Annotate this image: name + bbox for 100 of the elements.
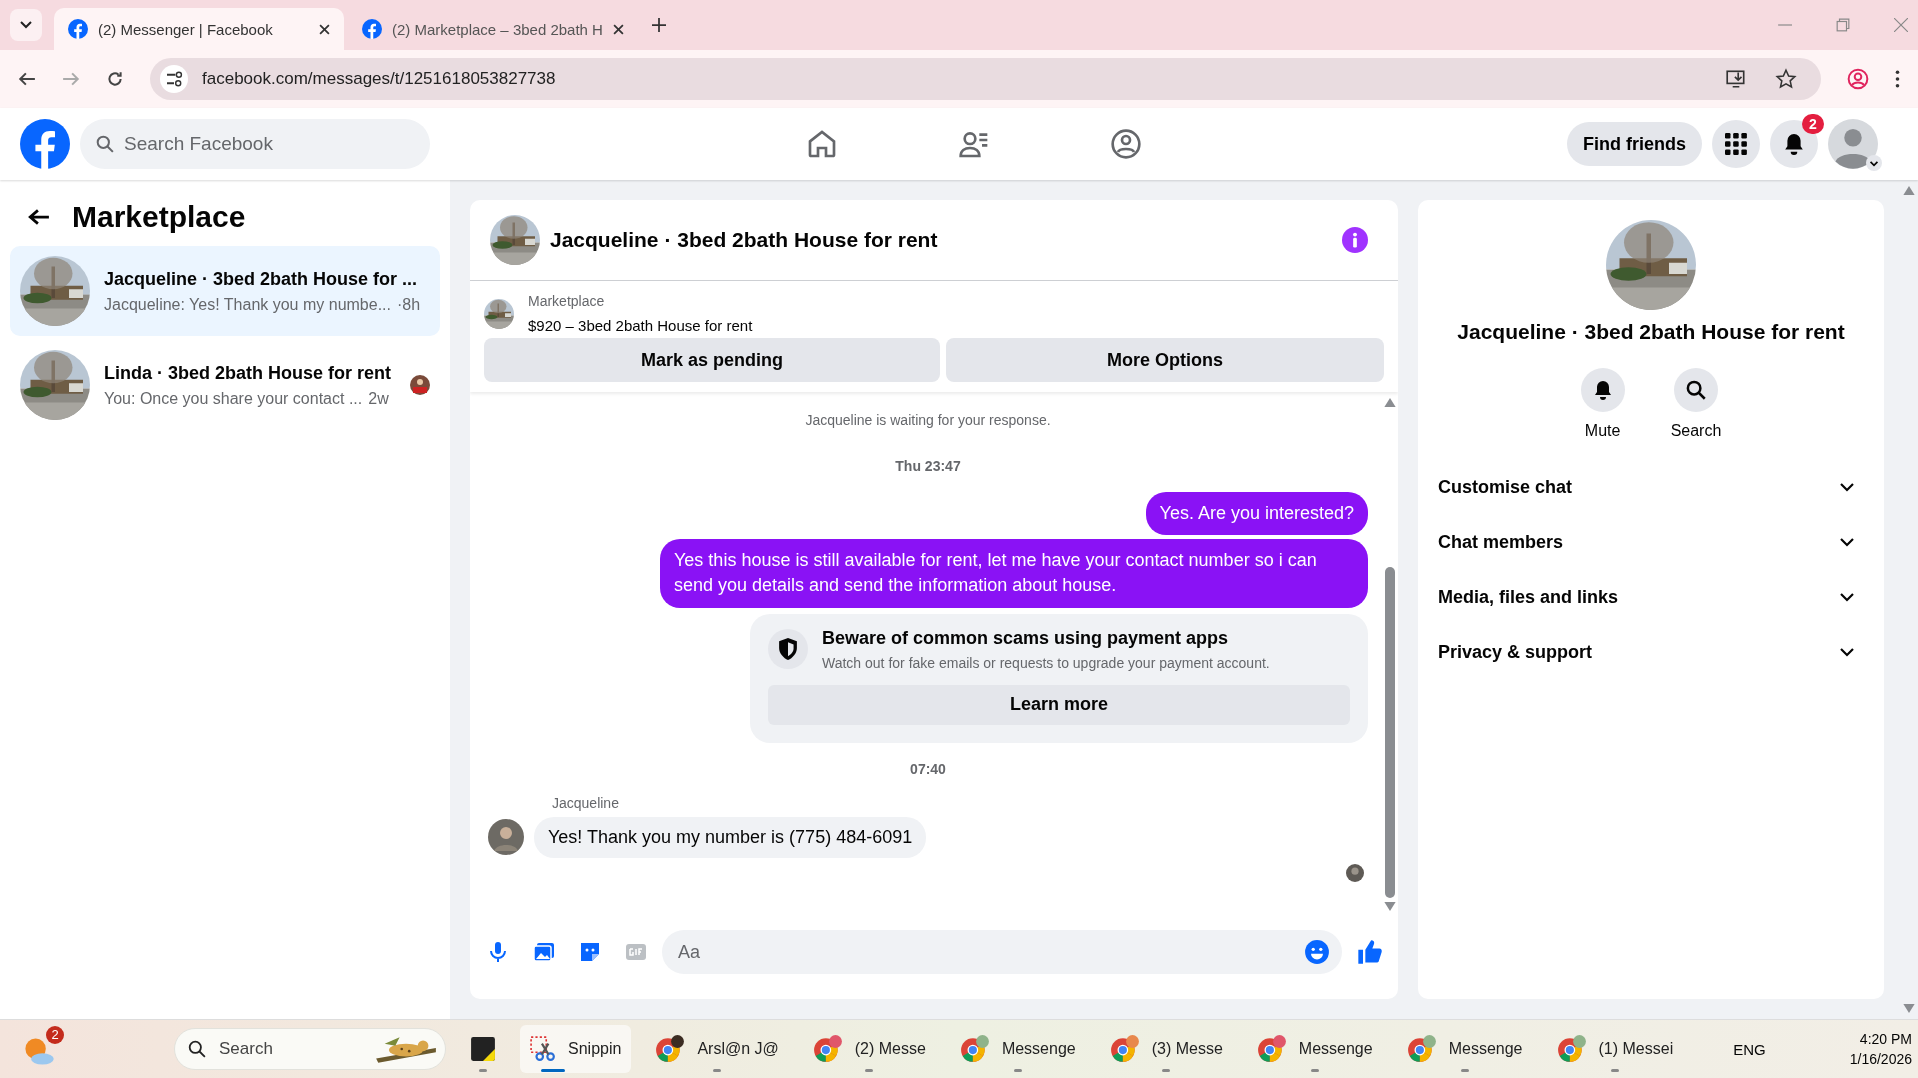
search-icon bbox=[96, 135, 114, 153]
search-field[interactable]: Search Facebook bbox=[80, 119, 430, 169]
facebook-logo-icon bbox=[68, 19, 88, 39]
back-arrow-icon[interactable] bbox=[28, 208, 50, 226]
search-icon bbox=[1686, 380, 1706, 400]
section-header[interactable]: Customise chat bbox=[1438, 460, 1864, 515]
notification-badge: 2 bbox=[46, 1026, 64, 1044]
section-header[interactable]: Privacy & support bbox=[1438, 625, 1864, 680]
thumbs-up-icon[interactable] bbox=[1356, 938, 1384, 966]
image-icon[interactable] bbox=[532, 940, 556, 964]
conversation-title: Jacqueline · 3bed 2bath House for ... bbox=[104, 268, 419, 290]
tab-title: (2) Messenger | Facebook bbox=[98, 20, 274, 38]
warning-text: Watch out for fake emails or requests to upgrade your payment account. bbox=[822, 654, 1270, 671]
clock-date: 1/16/2026 bbox=[1849, 1051, 1912, 1067]
shield-icon bbox=[768, 629, 808, 670]
chevron-down-icon bbox=[1840, 538, 1854, 547]
restore-icon[interactable] bbox=[1836, 18, 1850, 32]
conversation-item[interactable]: Jacqueline · 3bed 2bath House for ... Jacqueline: Yes! Thank you my numbe... ·8h bbox=[10, 246, 440, 336]
bell-icon bbox=[1783, 133, 1805, 155]
profile-icon[interactable] bbox=[1847, 68, 1869, 90]
tab-title: (2) Marketplace – 3bed 2bath H bbox=[392, 20, 603, 38]
scroll-down-icon[interactable] bbox=[1903, 1004, 1915, 1013]
taskbar-app[interactable]: (2) Messe bbox=[802, 1025, 936, 1073]
conversation-name: Jacqueline · 3bed 2bath House for rent bbox=[1457, 320, 1845, 344]
avatar-icon bbox=[1828, 119, 1878, 169]
taskbar-app[interactable]: Messenge bbox=[1396, 1025, 1533, 1073]
sidebar-title: Marketplace bbox=[72, 200, 246, 234]
new-tab-icon[interactable] bbox=[652, 18, 666, 32]
browser-tab[interactable]: (2) Marketplace – 3bed 2bath H bbox=[348, 8, 638, 50]
scroll-up-icon[interactable] bbox=[1384, 398, 1396, 407]
message-preview: You: Once you share your contact ... bbox=[104, 389, 363, 408]
star-icon[interactable] bbox=[1775, 68, 1797, 90]
action-label: Search bbox=[1670, 422, 1722, 440]
address-bar[interactable]: facebook.com/messages/t/1251618053827738 bbox=[150, 58, 1821, 100]
taskbar-app[interactable]: Snippin bbox=[520, 1025, 632, 1073]
caret-icon bbox=[20, 21, 32, 29]
back-icon[interactable] bbox=[18, 70, 36, 88]
notification-badge: 2 bbox=[1802, 114, 1824, 134]
timestamp: Thu 23:47 bbox=[895, 458, 961, 474]
sent-message: Yes this house is still available for rent, let me have your contact number so i can send you details and send the information about house. bbox=[660, 539, 1368, 608]
install-app-icon[interactable] bbox=[1725, 68, 1747, 90]
message-time: ·8h bbox=[397, 295, 421, 314]
notifications-button[interactable] bbox=[1770, 120, 1818, 168]
action-button[interactable]: Mark as pending bbox=[484, 338, 940, 382]
learn-more-button[interactable]: Learn more bbox=[768, 684, 1350, 725]
menu-icon[interactable] bbox=[1895, 70, 1900, 88]
find-friends-button[interactable]: Find friends bbox=[1567, 122, 1702, 166]
facebook-logo-icon bbox=[362, 19, 382, 39]
tab-list-button[interactable] bbox=[10, 9, 42, 41]
sender-avatar bbox=[488, 819, 524, 856]
groups-icon[interactable] bbox=[1110, 128, 1142, 160]
chevron-down-icon bbox=[1840, 648, 1854, 657]
warning-title: Beware of common scams using payment apps bbox=[822, 627, 1230, 649]
caret-icon bbox=[1866, 155, 1882, 171]
taskbar-app[interactable]: Messenge bbox=[1246, 1025, 1383, 1073]
taskbar-app[interactable]: (1) Messei bbox=[1546, 1025, 1684, 1073]
clock-time: 4:20 PM bbox=[1859, 1031, 1912, 1047]
search-icon bbox=[188, 1040, 206, 1058]
action-button[interactable] bbox=[1674, 368, 1718, 412]
action-label: Mute bbox=[1584, 422, 1621, 440]
message-preview: Jacqueline: Yes! Thank you my numbe... bbox=[104, 295, 391, 314]
listing-label: Marketplace bbox=[528, 293, 606, 309]
close-icon[interactable] bbox=[319, 23, 330, 35]
section-header[interactable]: Media, files and links bbox=[1438, 570, 1864, 625]
chevron-down-icon bbox=[1840, 483, 1854, 492]
search-field[interactable]: Search bbox=[174, 1028, 446, 1070]
language-indicator[interactable]: ENG bbox=[1733, 1040, 1766, 1058]
message-field[interactable]: Aa bbox=[662, 930, 1342, 974]
action-button[interactable]: More Options bbox=[945, 338, 1384, 382]
section-header[interactable]: Chat members bbox=[1438, 515, 1864, 570]
taskbar-app[interactable]: (3) Messe bbox=[1099, 1025, 1233, 1073]
sticky-note-icon bbox=[470, 1036, 496, 1062]
taskbar-app[interactable]: Messenge bbox=[949, 1025, 1086, 1073]
timestamp: 07:40 bbox=[910, 760, 946, 777]
bell-icon bbox=[1592, 380, 1613, 400]
site-settings-icon[interactable] bbox=[160, 65, 188, 93]
home-icon[interactable] bbox=[806, 128, 838, 160]
conversation-title: Linda · 3bed 2bath House for rent bbox=[104, 362, 393, 384]
scroll-up-icon[interactable] bbox=[1903, 186, 1915, 195]
chevron-down-icon bbox=[1840, 593, 1854, 602]
taskbar-app[interactable]: Arsl@n J@ bbox=[645, 1025, 789, 1073]
emoji-icon[interactable] bbox=[1304, 939, 1330, 965]
message-time: 2w bbox=[368, 389, 389, 408]
received-message: Yes! Thank you my number is (775) 484-6091 bbox=[534, 816, 927, 858]
action-button[interactable] bbox=[1580, 368, 1625, 412]
status-notice: Jacqueline is waiting for your response. bbox=[805, 412, 1051, 428]
scrollbar-thumb[interactable] bbox=[1385, 566, 1395, 898]
browser-tab[interactable]: (2) Messenger | Facebook bbox=[54, 8, 344, 50]
chat-title: Jacqueline · 3bed 2bath House for rent bbox=[550, 228, 938, 252]
scroll-down-icon[interactable] bbox=[1384, 902, 1396, 911]
sticker-icon[interactable] bbox=[578, 940, 602, 964]
info-icon[interactable] bbox=[1342, 227, 1368, 253]
reload-icon[interactable] bbox=[106, 70, 124, 88]
close-icon[interactable] bbox=[613, 23, 624, 35]
scissors-icon bbox=[530, 1036, 556, 1062]
sent-message: Yes. Are you interested? bbox=[1145, 492, 1368, 536]
apps-grid-icon bbox=[1725, 133, 1747, 155]
menu-button[interactable] bbox=[1712, 120, 1760, 168]
facebook-logo-icon[interactable] bbox=[20, 119, 70, 169]
conversation-item[interactable]: Linda · 3bed 2bath House for rent You: Once you share your contact ... 2w bbox=[10, 340, 440, 430]
